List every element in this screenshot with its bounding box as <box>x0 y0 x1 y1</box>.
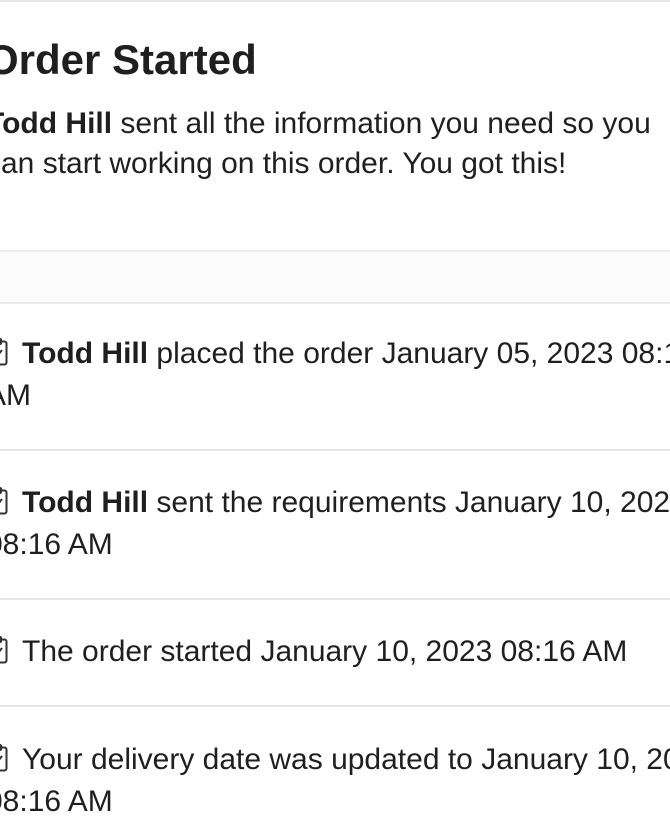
activity-divider <box>0 598 670 600</box>
page-title: Order Started <box>0 36 257 83</box>
activity-divider <box>0 449 670 451</box>
activity-item: Todd Hill placed the order January 05, 2… <box>0 333 670 417</box>
order-activity-page: Order Started Todd Hill sent all the inf… <box>0 0 670 840</box>
activity-actor[interactable]: Todd Hill <box>22 486 148 519</box>
clipboard-icon <box>0 636 8 664</box>
activity-actor[interactable]: Todd Hill <box>22 337 148 370</box>
buyer-name[interactable]: Todd Hill <box>0 107 112 140</box>
top-divider <box>0 0 670 2</box>
section-divider <box>0 250 670 304</box>
clipboard-icon <box>0 487 8 515</box>
activity-divider <box>0 705 670 707</box>
clipboard-icon <box>0 744 8 772</box>
order-status-header: Order Started Todd Hill sent all the inf… <box>0 34 670 184</box>
activity-item: Todd Hill sent the requirements January … <box>0 482 670 566</box>
activity-text: The order started January 10, 2023 08:16… <box>22 635 628 668</box>
clipboard-icon <box>0 338 8 366</box>
activity-text: Your delivery date was updated to Januar… <box>0 743 670 818</box>
status-description: Todd Hill sent all the information you n… <box>0 104 670 184</box>
activity-item: Your delivery date was updated to Januar… <box>0 739 670 823</box>
activity-item: The order started January 10, 2023 08:16… <box>0 631 670 673</box>
